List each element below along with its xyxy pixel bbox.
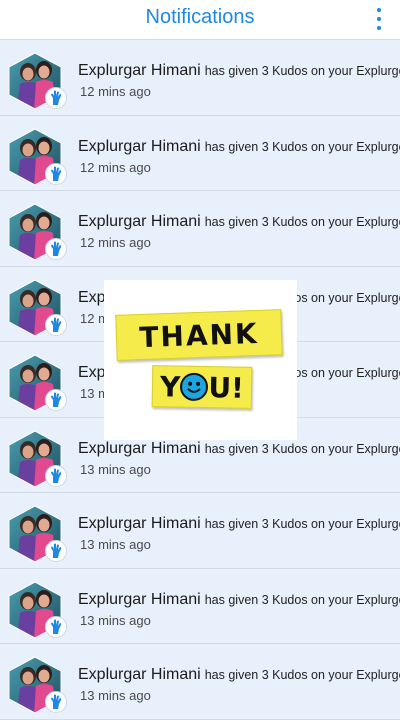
more-vertical-icon[interactable] <box>374 8 384 30</box>
sender-name[interactable]: Explurgar Himani <box>78 138 201 155</box>
u-letters: U! <box>208 370 245 405</box>
kudos-hand-icon <box>45 238 67 260</box>
notification-message: has given 3 Kudos on your Explurge <box>204 215 400 229</box>
sender-name[interactable]: Explurgar Himani <box>78 666 201 683</box>
notification-text: Explurgar Himanihas given 3 Kudos on you… <box>78 62 400 80</box>
kudos-hand-icon <box>45 389 67 411</box>
avatar[interactable] <box>8 505 67 563</box>
timestamp: 12 mins ago <box>80 235 151 250</box>
thank-you-image: THANK Y U! <box>104 280 297 440</box>
notification-message: has given 3 Kudos on your Explurge <box>204 668 400 682</box>
avatar[interactable] <box>8 127 67 186</box>
notification-text: Explurgar Himanihas given 3 Kudos on you… <box>78 138 400 156</box>
notification-text: Explurgar Himanihas given 3 Kudos on you… <box>78 440 400 458</box>
notification-text: Explurgar Himanihas given 3 Kudos on you… <box>78 591 400 609</box>
kudos-hand-icon <box>45 464 67 487</box>
notification-message: has given 3 Kudos on your Explurge <box>204 441 400 456</box>
y-letter: Y <box>159 369 181 404</box>
notification-item[interactable]: Explurgar Himanihas given 3 Kudos on you… <box>0 40 400 116</box>
smiley-icon <box>180 372 209 402</box>
timestamp: 12 mins ago <box>80 84 151 99</box>
sender-name[interactable]: Explurgar Himani <box>78 515 201 532</box>
kudos-hand-icon <box>45 540 67 562</box>
avatar[interactable] <box>8 656 67 714</box>
notification-message: has given 3 Kudos on your Explurge <box>204 592 400 607</box>
avatar[interactable] <box>8 429 67 488</box>
thank-note: THANK <box>115 309 283 361</box>
avatar[interactable] <box>8 203 67 261</box>
timestamp: 13 mins ago <box>80 612 151 628</box>
notification-text: Explurgar Himanihas given 3 Kudos on you… <box>78 515 400 533</box>
sender-name[interactable]: Explurgar Himani <box>78 213 201 230</box>
notification-item[interactable]: Explurgar Himanihas given 3 Kudos on you… <box>0 115 400 191</box>
notification-item[interactable]: Explurgar Himanihas given 3 Kudos on you… <box>0 568 400 644</box>
notification-message: has given 3 Kudos on your Explurge <box>204 517 400 531</box>
timestamp: 13 mins ago <box>80 537 151 552</box>
notification-item[interactable]: Explurgar Himanihas given 3 Kudos on you… <box>0 191 400 267</box>
notification-message: has given 3 Kudos on your Explurge <box>204 64 400 78</box>
notification-item[interactable]: Explurgar Himanihas given 3 Kudos on you… <box>0 644 400 720</box>
page-title: Notifications <box>145 6 255 28</box>
avatar[interactable] <box>8 580 67 639</box>
sender-name[interactable]: Explurgar Himani <box>78 591 201 608</box>
kudos-hand-icon <box>45 162 67 185</box>
app-bar: Notifications <box>0 0 400 40</box>
kudos-hand-icon <box>45 691 67 713</box>
kudos-hand-icon <box>45 87 67 109</box>
notification-text: Explurgar Himanihas given 3 Kudos on you… <box>78 666 400 684</box>
notification-item[interactable]: Explurgar Himanihas given 3 Kudos on you… <box>0 493 400 569</box>
timestamp: 13 mins ago <box>80 688 151 703</box>
sender-name[interactable]: Explurgar Himani <box>78 62 201 79</box>
notification-message: has given 3 Kudos on your Explurge <box>204 139 400 154</box>
avatar[interactable] <box>8 52 67 110</box>
avatar[interactable] <box>8 354 67 412</box>
timestamp: 12 mins ago <box>80 159 151 175</box>
thank-word: THANK <box>138 316 260 354</box>
timestamp: 13 mins ago <box>80 461 151 477</box>
you-note: Y U! <box>151 365 253 409</box>
notification-text: Explurgar Himanihas given 3 Kudos on you… <box>78 213 400 231</box>
kudos-hand-icon <box>45 615 67 638</box>
kudos-hand-icon <box>45 313 67 336</box>
avatar[interactable] <box>8 278 67 337</box>
sender-name[interactable]: Explurgar Himani <box>78 440 201 457</box>
